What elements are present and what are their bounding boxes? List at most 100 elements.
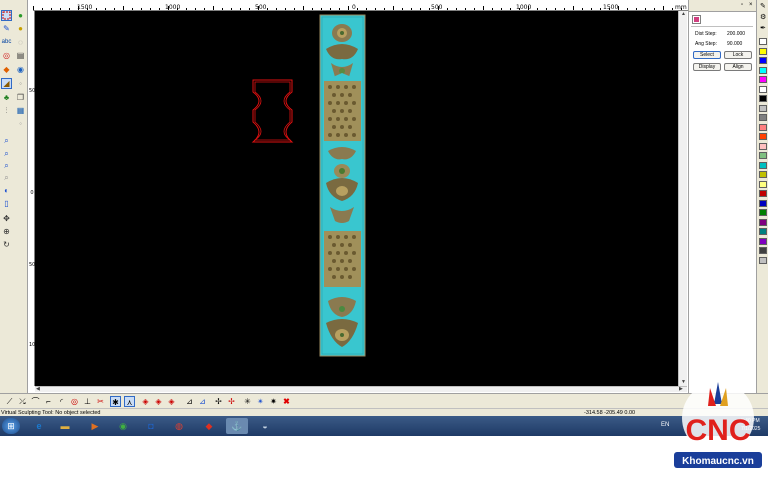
palette-settings-icon[interactable]: ⚙: [760, 13, 766, 21]
color-swatch[interactable]: [759, 218, 767, 226]
point-icon[interactable]: ◎: [69, 396, 80, 407]
shape-tool-icon[interactable]: ◆: [1, 64, 12, 75]
zoom-previous-icon[interactable]: ⌕: [1, 172, 12, 183]
fill-icon[interactable]: ♣: [1, 92, 12, 103]
align-vectors-icon[interactable]: ⊿: [197, 396, 208, 407]
copy-icon[interactable]: ❐: [15, 92, 26, 103]
circle-tool-icon[interactable]: ◎: [1, 50, 12, 61]
dist-step-value[interactable]: 200.000: [727, 31, 745, 37]
color-swatch[interactable]: [759, 228, 767, 235]
line-tool-icon[interactable]: ⟋: [4, 396, 15, 407]
grid-icon[interactable]: ▦: [15, 105, 26, 116]
view-3d-icon[interactable]: ◐: [1, 185, 12, 196]
app-red-icon[interactable]: ◆: [198, 418, 220, 434]
app-disk-icon[interactable]: ◒: [254, 418, 276, 434]
color-swatch[interactable]: [759, 76, 767, 83]
palette-edit-icon[interactable]: ✎: [760, 2, 766, 10]
node-delete-icon[interactable]: ✢: [226, 396, 237, 407]
color-swatch[interactable]: [759, 57, 767, 64]
color-swatch[interactable]: [759, 38, 767, 45]
perpendicular-icon[interactable]: ⊥: [82, 396, 93, 407]
node-edit-icon[interactable]: ✎: [1, 23, 12, 34]
snap-angle-icon[interactable]: ⋏: [124, 396, 135, 407]
corner-icon[interactable]: ⌐: [43, 396, 54, 407]
color-swatch[interactable]: [759, 237, 767, 245]
color-swatch[interactable]: [759, 190, 767, 197]
pin-icon[interactable]: ▫: [741, 2, 743, 8]
color-swatch[interactable]: [759, 152, 767, 159]
measure-icon[interactable]: ⫶: [1, 105, 12, 116]
spiral-icon[interactable]: ✳: [242, 396, 253, 407]
view-2d-icon[interactable]: ▯: [1, 198, 12, 209]
color-swatch[interactable]: [759, 180, 767, 188]
chrome-icon[interactable]: ◍: [168, 418, 190, 434]
color-swatch[interactable]: [759, 133, 767, 140]
color-swatch[interactable]: [759, 47, 767, 55]
color-swatch[interactable]: [759, 95, 767, 102]
scroll-up-icon[interactable]: ▲: [681, 11, 686, 17]
display-button[interactable]: Display: [693, 63, 721, 71]
node-add-icon[interactable]: ✢: [213, 396, 224, 407]
subtract-icon[interactable]: ◈: [166, 396, 177, 407]
smooth-icon[interactable]: ⤯: [17, 396, 28, 407]
trim-icon[interactable]: ✂: [95, 396, 106, 407]
relief-panel[interactable]: [319, 14, 366, 357]
weld-icon[interactable]: ◈: [153, 396, 164, 407]
text-tool-icon[interactable]: abc: [1, 37, 12, 48]
ruler-tick: [150, 8, 151, 10]
lock-button[interactable]: Lock: [724, 51, 752, 59]
color-swatch[interactable]: [759, 247, 767, 254]
color-swatch[interactable]: [759, 199, 767, 207]
color-swatch[interactable]: [759, 104, 767, 112]
app-icon[interactable]: ◉: [112, 418, 134, 434]
pan-icon[interactable]: ✥: [1, 213, 12, 224]
select-button[interactable]: Select: [693, 51, 721, 59]
close-icon[interactable]: ×: [749, 2, 753, 8]
start-button-icon[interactable]: ⊞: [2, 418, 20, 434]
color-swatch[interactable]: [759, 142, 767, 150]
dim-icon[interactable]: ◌: [15, 37, 26, 48]
drawing-canvas[interactable]: [35, 11, 678, 386]
color-swatch[interactable]: [759, 123, 767, 131]
rotate-view-icon[interactable]: ↻: [1, 239, 12, 250]
color-swatch[interactable]: [759, 171, 767, 178]
star-icon[interactable]: ✴: [255, 396, 266, 407]
file-explorer-icon[interactable]: ▬: [54, 418, 76, 434]
light-icon[interactable]: ●: [15, 23, 26, 34]
vector-outline[interactable]: [251, 79, 294, 143]
zoom-out-icon[interactable]: ⌕: [1, 160, 12, 171]
zoom-icon[interactable]: ⊕: [1, 226, 12, 237]
sculpt-tool-icon[interactable]: ◢: [1, 78, 12, 89]
arc-icon[interactable]: ⌒: [30, 396, 41, 407]
media-player-icon[interactable]: ▶: [84, 418, 106, 434]
artcam-taskbar-icon[interactable]: ⚓: [226, 418, 248, 434]
delete-icon[interactable]: ✖: [281, 396, 292, 407]
zoom-in-icon[interactable]: ⌕: [1, 148, 12, 159]
color-swatch[interactable]: [759, 161, 767, 169]
paint-icon[interactable]: ◉: [15, 64, 26, 75]
palette-pen-icon[interactable]: ✒: [760, 24, 766, 32]
ang-step-value[interactable]: 90.000: [727, 41, 742, 47]
mirror-icon[interactable]: ◈: [140, 396, 151, 407]
explode-icon[interactable]: ✷: [268, 396, 279, 407]
color-swatch[interactable]: [759, 66, 767, 74]
align-button[interactable]: Align: [724, 63, 752, 71]
bulb-icon[interactable]: ●: [15, 10, 26, 21]
vertical-scrollbar[interactable]: ▲ ▼: [678, 11, 687, 386]
scroll-left-icon[interactable]: ◀: [36, 386, 40, 392]
offset-icon[interactable]: ⊿: [184, 396, 195, 407]
color-swatch[interactable]: [759, 209, 767, 216]
color-swatch[interactable]: [759, 114, 767, 121]
color-swatch[interactable]: [759, 85, 767, 93]
language-indicator[interactable]: EN: [661, 422, 669, 428]
fillet-icon[interactable]: ◜: [56, 396, 67, 407]
zoom-box-icon[interactable]: ⌕: [1, 135, 12, 146]
layers-icon[interactable]: ▤: [15, 50, 26, 61]
color-swatch[interactable]: [759, 256, 767, 264]
select-tool-icon[interactable]: [1, 10, 12, 21]
zalo-icon[interactable]: ◘: [140, 418, 162, 434]
horizontal-scrollbar[interactable]: ◀ ▶: [35, 386, 687, 392]
snap-node-icon[interactable]: ✱: [110, 396, 121, 407]
panel-tab-icon[interactable]: [692, 15, 701, 24]
internet-explorer-icon[interactable]: e: [28, 418, 50, 434]
